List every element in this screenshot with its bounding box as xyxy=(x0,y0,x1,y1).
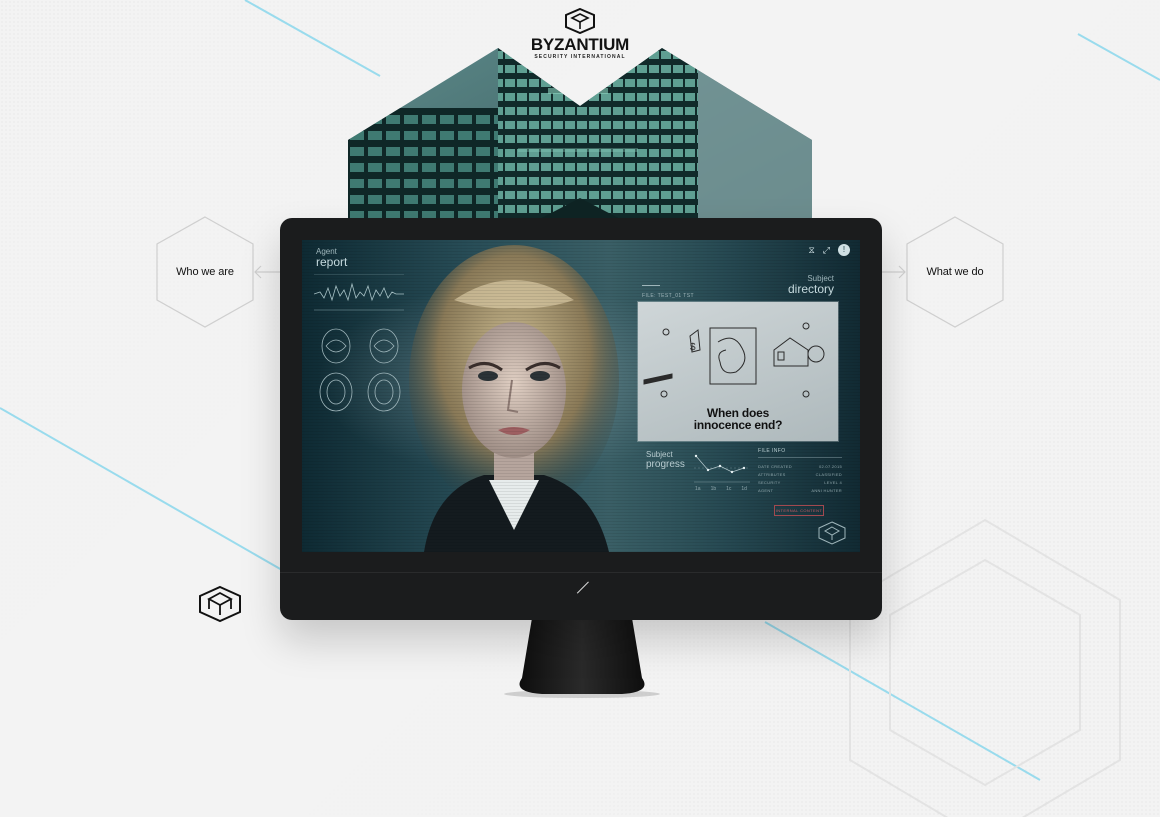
progress-ticks: 1a 1b 1c 1d xyxy=(695,486,747,492)
brain-scan-panel xyxy=(314,274,404,412)
subject-directory-title: Subject directory xyxy=(788,273,834,295)
file-info-key: ATTRIBUTES xyxy=(758,472,786,477)
agent-report-title: Agent report xyxy=(316,246,347,268)
monitor-brand-mark xyxy=(576,581,590,594)
card-headline-line2: innocence end? xyxy=(693,418,783,432)
monitor-screen: Agent report ⧖ ⤢ ! Subject directory FIL… xyxy=(302,240,860,552)
arrow-left-icon xyxy=(254,265,281,279)
internal-content-button[interactable]: INTERNAL CONTENT xyxy=(774,505,824,516)
agent-report-big: report xyxy=(316,255,348,269)
progress-tick: 1a xyxy=(695,486,701,492)
file-info-value: CLASSIFIED xyxy=(815,472,842,477)
arrow-right-icon xyxy=(879,265,906,279)
screen-controls: ⧖ ⤢ ! xyxy=(808,244,850,256)
monitor-chin-divider xyxy=(280,572,882,573)
subject-directory-big: directory xyxy=(787,282,834,296)
file-info-title: FILE INFO xyxy=(758,448,842,458)
monitor: Agent report ⧖ ⤢ ! Subject directory FIL… xyxy=(280,218,882,620)
nav-who-we-are[interactable]: Who we are xyxy=(155,216,281,328)
directory-divider xyxy=(642,285,660,286)
file-info-value: LEVEL 4 xyxy=(824,480,842,485)
monitor-stand xyxy=(504,618,660,698)
nav-what-we-do[interactable]: What we do xyxy=(879,216,1005,328)
cube-hex-logo-icon xyxy=(565,8,595,34)
file-info-row: SECURITY LEVEL 4 xyxy=(758,479,842,487)
fullscreen-icon[interactable]: ⤢ xyxy=(823,245,830,256)
progress-tick: 1c xyxy=(726,486,732,492)
svg-text:$: $ xyxy=(690,342,696,353)
subject-progress-title: Subject progress xyxy=(646,450,685,470)
waveform-graph xyxy=(314,282,404,302)
nav-who-we-are-label: Who we are xyxy=(176,266,234,278)
card-headline: When does innocence end? xyxy=(638,407,838,431)
cube-hex-logo-icon xyxy=(818,521,846,545)
file-info-value: 02.07.2015 xyxy=(818,464,842,469)
share-icon[interactable]: ⧖ xyxy=(808,245,814,256)
file-info-value: ANNI HUNTER xyxy=(811,488,842,493)
file-info-row: DATE CREATED 02.07.2015 xyxy=(758,463,842,471)
file-info-row: AGENT ANNI HUNTER xyxy=(758,487,842,495)
file-label: FILE: TEST_01 TST xyxy=(642,293,694,299)
progress-mini-chart xyxy=(694,454,750,483)
file-info-key: SECURITY xyxy=(758,480,781,485)
file-info-key: AGENT xyxy=(758,488,774,493)
subject-card[interactable]: $ When does innocence end? xyxy=(638,302,838,441)
brain-scan-icon xyxy=(319,328,401,412)
progress-tick: 1d xyxy=(741,486,747,492)
subject-progress-big: progress xyxy=(646,459,685,470)
nav-what-we-do-label: What we do xyxy=(926,266,984,278)
progress-tick: 1b xyxy=(710,486,717,492)
file-info-panel: FILE INFO DATE CREATED 02.07.2015 ATTRIB… xyxy=(758,448,842,495)
file-info-row: ATTRIBUTES CLASSIFIED xyxy=(758,471,842,479)
file-info-key: DATE CREATED xyxy=(758,464,792,469)
user-icon[interactable]: ! xyxy=(838,244,850,256)
cube-hex-logo-icon[interactable] xyxy=(197,585,243,623)
